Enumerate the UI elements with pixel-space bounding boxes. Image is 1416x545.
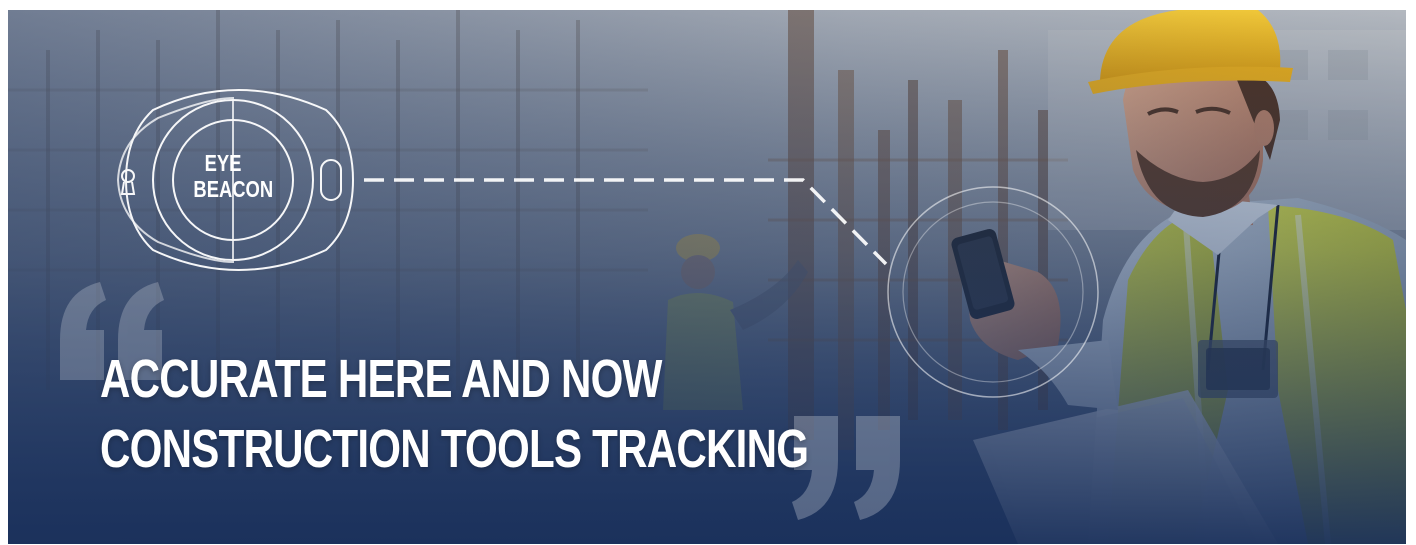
headline-line-1: ACCURATE HERE AND NOW bbox=[100, 349, 662, 409]
headline-line-2: CONSTRUCTION TOOLS TRACKING bbox=[100, 419, 809, 479]
beacon-label-line2: BEACON bbox=[193, 176, 274, 202]
beacon-label-line1: EYE bbox=[204, 150, 242, 176]
beacon-label: EYE BEACON bbox=[193, 150, 274, 202]
hero-headline: ACCURATE HERE AND NOW CONSTRUCTION TOOLS… bbox=[100, 344, 809, 484]
hero-banner: EYE BEACON ACCURATE HERE AND NOW CONSTRU… bbox=[8, 10, 1406, 544]
